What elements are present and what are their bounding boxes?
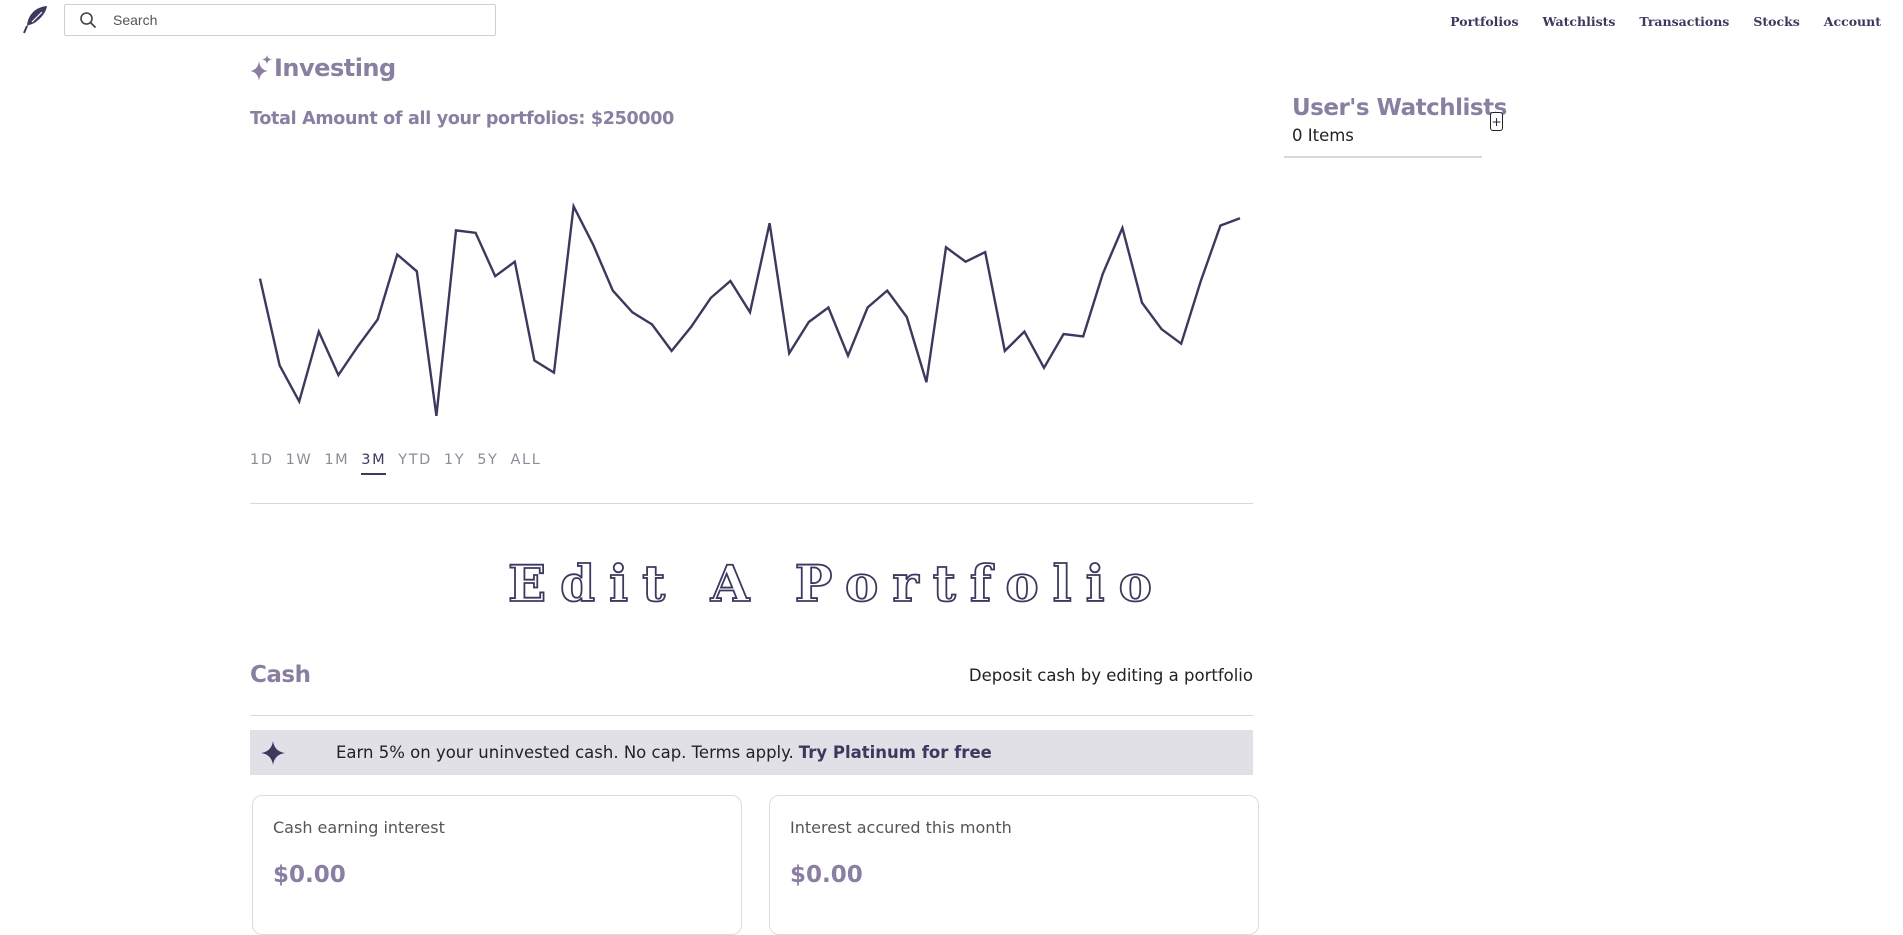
edit-portfolio-button[interactable]: Edit A Portfolio [507, 553, 1166, 614]
feather-icon[interactable] [22, 4, 50, 36]
card-label: Cash earning interest [273, 818, 445, 837]
nav-transactions[interactable]: Transactions [1639, 14, 1729, 29]
watchlists-heading: User's Watchlists [1292, 95, 1507, 121]
card-value: $0.00 [273, 862, 346, 888]
platinum-banner: Earn 5% on your uninvested cash. No cap.… [250, 730, 1253, 775]
divider [1284, 156, 1482, 158]
main-nav: Portfolios Watchlists Transactions Stock… [1450, 14, 1881, 29]
range-5y[interactable]: 5Y [477, 452, 498, 475]
range-1y[interactable]: 1Y [444, 452, 465, 475]
nav-account[interactable]: Account [1824, 14, 1881, 29]
search-icon [80, 12, 97, 29]
deposit-hint: Deposit cash by editing a portfolio [968, 666, 1253, 685]
interest-accrued-card: Interest accured this month $0.00 [769, 795, 1259, 935]
page-title: Investing [274, 54, 396, 82]
nav-watchlists[interactable]: Watchlists [1543, 14, 1616, 29]
search-bar[interactable] [64, 4, 496, 36]
time-range-selector: 1D 1W 1M 3M YTD 1Y 5Y ALL [250, 452, 541, 475]
sparkle-icon [261, 740, 285, 765]
series-line [258, 202, 1241, 417]
banner-text: Earn 5% on your uninvested cash. No cap.… [336, 743, 794, 762]
range-all[interactable]: ALL [511, 452, 542, 475]
range-1w[interactable]: 1W [286, 452, 313, 475]
card-value: $0.00 [790, 862, 863, 888]
watchlist-count: 0 Items [1292, 126, 1354, 145]
search-input[interactable] [113, 12, 473, 28]
divider [250, 715, 1253, 716]
cash-interest-card: Cash earning interest $0.00 [252, 795, 742, 935]
nav-stocks[interactable]: Stocks [1753, 14, 1799, 29]
range-1m[interactable]: 1M [324, 452, 349, 475]
range-3m[interactable]: 3M [361, 452, 387, 475]
portfolio-line-chart [258, 202, 1241, 417]
sparkle-icon [250, 55, 272, 81]
divider [250, 503, 1253, 504]
nav-portfolios[interactable]: Portfolios [1450, 14, 1518, 29]
range-ytd[interactable]: YTD [398, 452, 432, 475]
cash-heading: Cash [250, 662, 311, 688]
portfolio-total: Total Amount of all your portfolios: $25… [250, 109, 675, 129]
add-watchlist-button[interactable]: + [1490, 112, 1503, 131]
card-label: Interest accured this month [790, 818, 1012, 837]
try-platinum-link[interactable]: Try Platinum for free [799, 743, 992, 762]
range-1d[interactable]: 1D [250, 452, 274, 475]
